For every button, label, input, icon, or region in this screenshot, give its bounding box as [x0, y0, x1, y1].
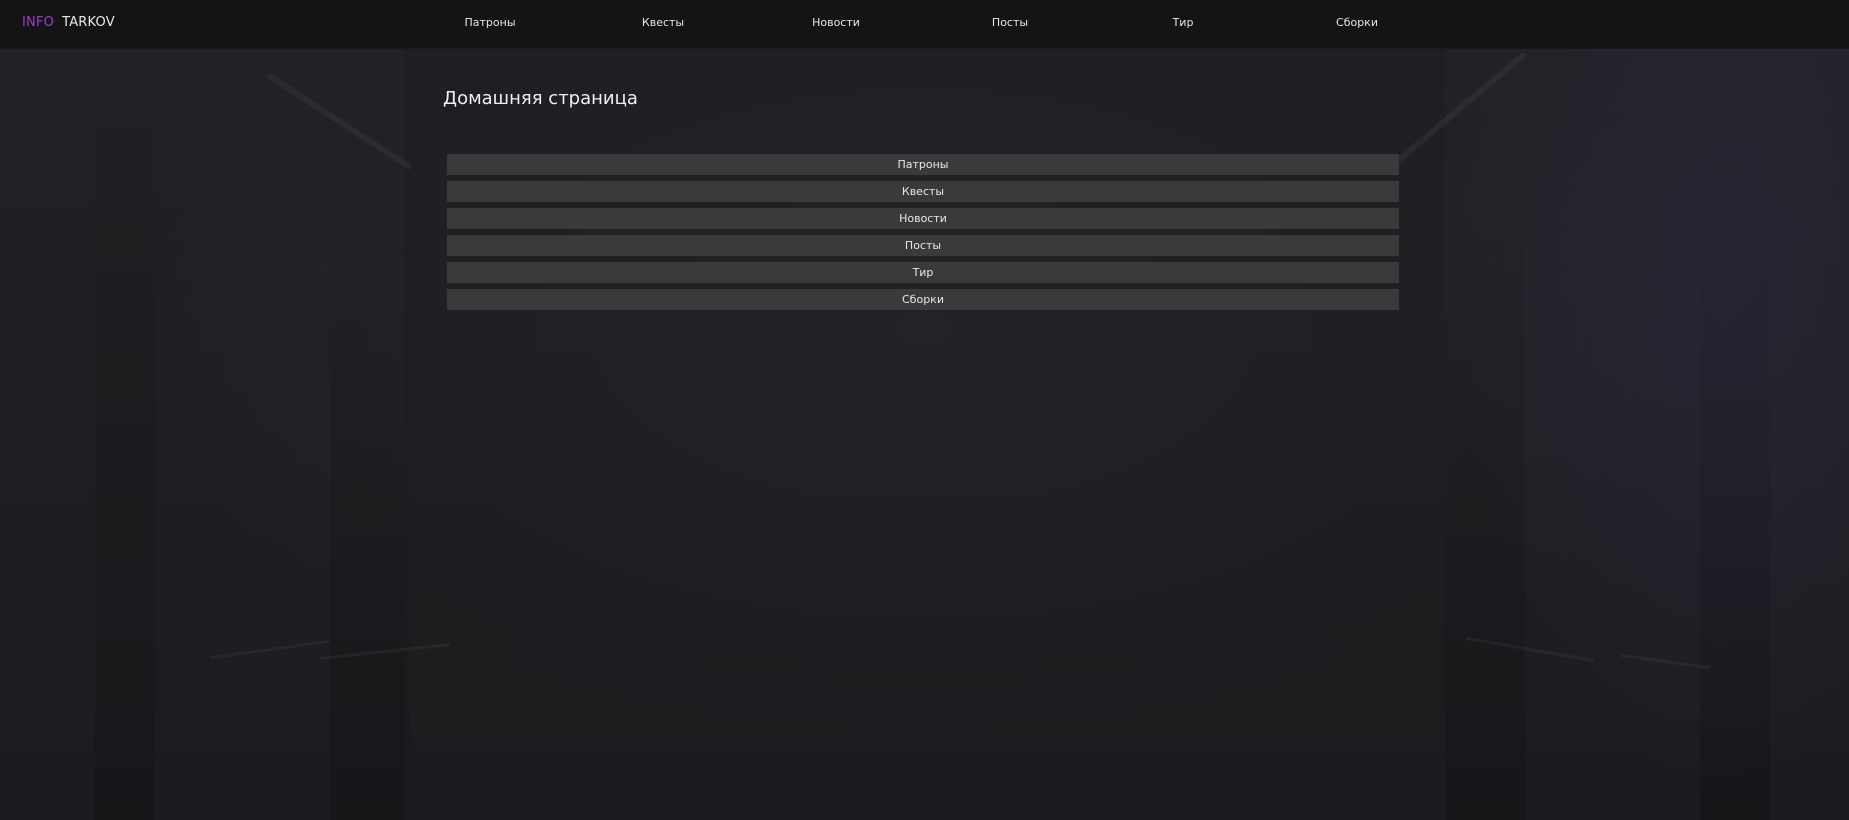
brand-logo[interactable]: INFO TARKOV	[22, 15, 115, 30]
brand-accent-text: INFO	[22, 15, 55, 30]
main-content: Домашняя страница Патроны Квесты Новости…	[443, 88, 1403, 310]
nav-link-posts[interactable]: Посты	[992, 16, 1028, 29]
page: INFO TARKOV Патроны Квесты Новости Посты …	[0, 0, 1849, 820]
brand-main-text: TARKOV	[62, 15, 115, 30]
nav-link-builds[interactable]: Сборки	[1336, 16, 1378, 29]
home-menu-list: Патроны Квесты Новости Посты Тир Сборки	[447, 154, 1399, 316]
menu-button-range[interactable]: Тир	[447, 262, 1399, 283]
nav-link-range[interactable]: Тир	[1173, 16, 1194, 29]
background-image	[0, 0, 1849, 820]
menu-button-builds[interactable]: Сборки	[447, 289, 1399, 310]
menu-button-posts[interactable]: Посты	[447, 235, 1399, 256]
nav-link-quests[interactable]: Квесты	[642, 16, 684, 29]
menu-button-news[interactable]: Новости	[447, 208, 1399, 229]
menu-button-quests[interactable]: Квесты	[447, 181, 1399, 202]
menu-button-ammo[interactable]: Патроны	[447, 154, 1399, 175]
nav-link-news[interactable]: Новости	[812, 16, 860, 29]
nav-link-ammo[interactable]: Патроны	[464, 16, 515, 29]
top-navbar: INFO TARKOV Патроны Квесты Новости Посты …	[0, 0, 1849, 49]
page-title: Домашняя страница	[443, 88, 638, 109]
